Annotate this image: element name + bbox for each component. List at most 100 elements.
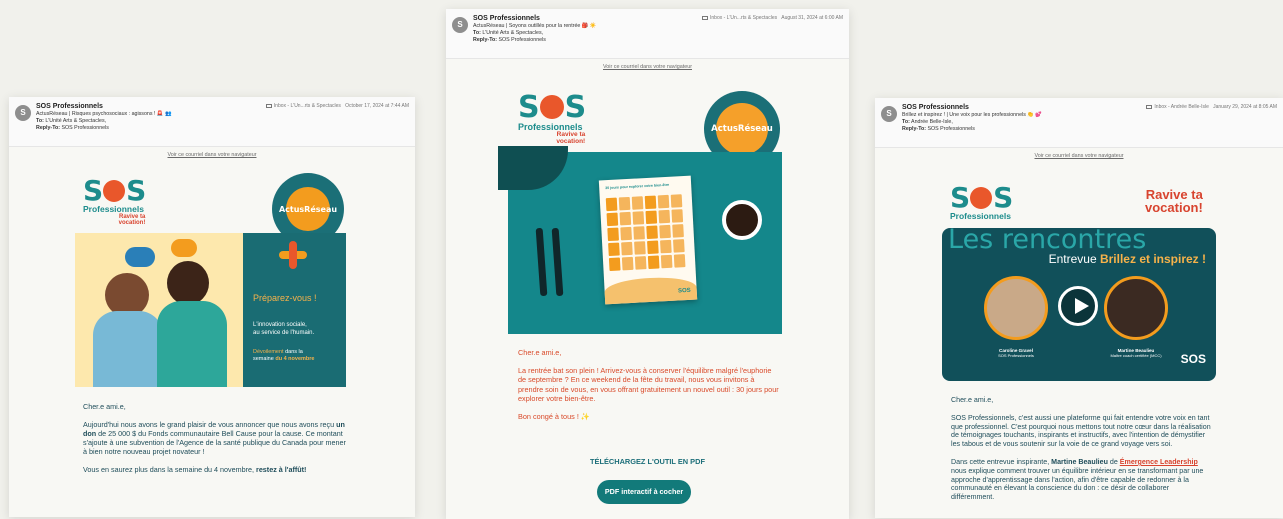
calendar-day-cell [608,242,620,257]
sos-logo: SS Professionnels Ravive ta vocation! [518,90,586,145]
heart-o-icon [103,180,126,202]
calendar-day-cell [670,194,683,208]
calendar-day-cell [659,224,671,239]
view-in-browser-link[interactable]: Voir ce courriel dans votre navigateur [875,153,1283,159]
inbox-icon [702,15,708,20]
calendar-day-cell [618,196,631,211]
email-header: S SOS Professionnels ActusRéseau | Soyon… [446,9,849,59]
download-heading: TÉLÉCHARGEZ L'OUTIL EN PDF [590,457,705,466]
email-body: Voir ce courriel dans votre navigateur S… [875,148,1283,518]
email-body: Voir ce courriel dans votre navigateur S… [446,59,849,519]
calendar-day-cell [631,196,644,210]
heart-o-icon [970,187,993,209]
email-text: Cher.e ami.e, La rentrée bat son plein !… [518,348,780,430]
panel-title: Préparez-vous ! [253,293,317,303]
email-text: Cher.e ami.e, SOS Professionnels, c'est … [951,396,1213,511]
calendar-day-cell [673,239,685,253]
email-header: S SOS Professionnels Brillez et inspirez… [875,98,1283,148]
person-photo [1104,276,1168,340]
calendar-day-cell [621,241,633,256]
calendar-day-cell [608,257,621,272]
calendar-day-cell [634,241,646,255]
pen [535,227,548,297]
person2-caption: Martine Beaulieu Maître coach certifiée … [1110,348,1162,358]
to-line: To: Andrée Belle-Isle, [902,119,953,125]
coffee-cup [722,200,762,240]
ravive-slogan: Ravive ta vocation! [1145,187,1203,215]
mailbox-date: Inbox - Andrée Belle-Isle January 29, 20… [1146,104,1277,110]
calendar-day-cell [605,197,618,212]
calendar-day-cell [660,254,673,269]
inbox-icon [1146,104,1153,109]
paragraph-1: La rentrée bat son plein ! Arrivez-vous … [518,366,779,403]
plant-leaves [498,146,568,190]
email-preview-risques[interactable]: S SOS Professionnels ActusRéseau | Risqu… [9,97,415,517]
sender-avatar: S [452,17,468,33]
speech-bubble-icon [125,247,155,267]
reply-to-line: Reply-To: SOS Professionnels [473,37,546,43]
nurses-photo [75,233,243,387]
calendar-day-cell [671,209,684,223]
mailbox-date: Inbox - L'Un...rts & Spectacles October … [265,103,409,109]
video-thumbnail[interactable]: Les rencontres Entrevue Brillez et inspi… [942,228,1216,381]
greeting: Cher.e ami.e, [518,348,562,357]
wellbeing-calendar-document: 30 jours pour explorer votre bien-être S… [598,175,698,305]
email-subject: ActusRéseau | Soyons outillés pour la re… [473,23,597,29]
calendar-day-cell [647,255,660,270]
email-header: S SOS Professionnels ActusRéseau | Risqu… [9,97,415,147]
calendar-day-cell [646,225,658,240]
calendar-day-cell [620,226,632,241]
panel-tagline: L'innovation sociale, au service de l'hum… [253,322,315,336]
play-icon[interactable] [1058,286,1098,326]
calendar-day-cell [632,211,645,225]
email-preview-rentree[interactable]: S SOS Professionnels ActusRéseau | Soyon… [446,9,849,519]
calendar-day-cell [621,256,634,271]
paragraph-1: Aujourd'hui nous avons le grand plaisir … [83,420,346,456]
calendar-day-cell [634,256,647,270]
email-body: Voir ce courriel dans votre navigateur S… [9,147,415,517]
calendar-day-cell [644,195,657,210]
email-subject: Brillez et inspirez ! | Une voix pour le… [902,112,1042,118]
paragraph-1: SOS Professionnels, c'est aussi une plat… [951,413,1211,449]
calendar-day-cell [647,240,659,255]
calendar-day-cell [657,194,670,209]
calendar-day-cell [607,227,619,242]
sos-logo: SS Professionnels [950,181,1013,221]
video-logo: SOS [1180,352,1206,366]
person1-caption: Caroline Gravel SOS Professionnels [998,348,1034,358]
calendar-day-cell [660,239,672,254]
paragraph-2: Bon congé à tous ! ✨ [518,412,590,422]
to-line: To: L'Unité Arts & Spectacles, [473,30,544,36]
to-line: To: L'Unité Arts & Spectacles, [36,118,107,124]
greeting: Cher.e ami.e, [83,402,126,411]
reply-to-line: Reply-To: SOS Professionnels [36,125,109,131]
sender-avatar: S [15,105,31,121]
calendar-day-cell [673,254,686,268]
pdf-download-button[interactable]: PDF interactif à cocher [597,480,691,504]
sender-avatar: S [881,106,897,122]
greeting: Cher.e ami.e, [951,396,994,404]
calendar-day-cell [658,209,671,224]
view-in-browser-link[interactable]: Voir ce courriel dans votre navigateur [9,152,415,158]
email-subject: ActusRéseau | Risques psychosociaux : ag… [36,111,172,117]
heart-o-icon [539,95,564,119]
paragraph-2: Vous en saurez plus dans la semaine du 4… [83,465,307,474]
speech-bubble-icon [171,239,197,257]
mailbox-date: Inbox - L'Un...rts & Spectacles August 3… [702,15,843,21]
email-text: Cher.e ami.e, Aujourd'hui nous avons le … [83,402,347,483]
email-preview-brillez[interactable]: S SOS Professionnels Brillez et inspirez… [875,98,1283,518]
inbox-icon [265,103,272,108]
calendar-day-cell [645,210,658,225]
calendar-day-cell [619,211,632,226]
panel-reveal: Dévoilement dans la semaine du 4 novembre [253,349,315,362]
calendar-day-cell [672,224,684,238]
view-in-browser-link[interactable]: Voir ce courriel dans votre navigateur [446,64,849,70]
desk-photo: 30 jours pour explorer votre bien-être S… [498,146,782,334]
emergence-leadership-link[interactable]: Émergence Leadership [1120,458,1198,466]
video-title: Les rencontres [948,228,1147,255]
sos-logo: SS Professionnels Ravive ta vocation! [83,174,146,226]
pen [551,227,564,297]
promo-panel: Préparez-vous ! L'innovation sociale, au … [243,233,346,387]
reply-to-line: Reply-To: SOS Professionnels [902,126,975,132]
person-photo [984,276,1048,340]
